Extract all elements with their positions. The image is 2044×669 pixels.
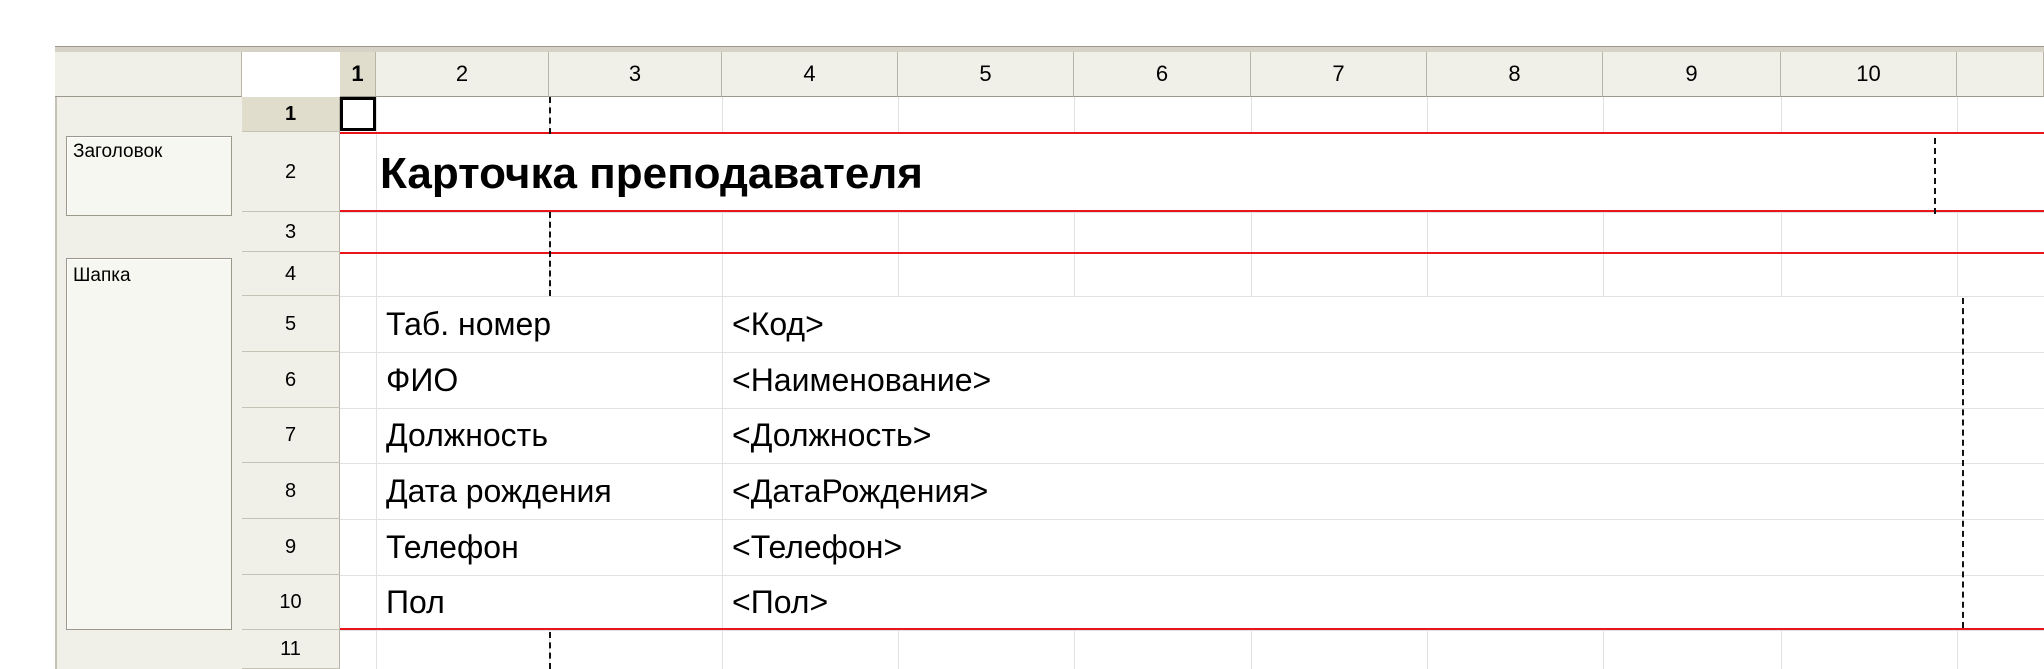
- row-header-6[interactable]: 6: [242, 352, 340, 408]
- row-group-zagolovok[interactable]: Заголовок: [66, 136, 232, 216]
- field-value-parameter: <Пол>: [732, 584, 829, 620]
- field-label-cell: Телефон: [386, 529, 519, 565]
- column-header-8[interactable]: 8: [1427, 52, 1603, 97]
- row-header-2[interactable]: 2: [242, 132, 340, 212]
- column-header-2[interactable]: 2: [376, 52, 549, 97]
- section-boundary-bottom-zagolovok: [340, 210, 2044, 212]
- row-header-4[interactable]: 4: [242, 252, 340, 296]
- column-header-10[interactable]: 10: [1781, 52, 1957, 97]
- dashed-border-col3-mid: [549, 212, 551, 296]
- section-boundary-bottom-shapka: [340, 628, 2044, 630]
- merged-cell-value[interactable]: [723, 576, 2044, 630]
- column-header-9[interactable]: 9: [1603, 52, 1781, 97]
- row-header-11[interactable]: 11: [242, 630, 340, 669]
- field-value-parameter: <Код>: [732, 306, 824, 342]
- section-boundary-top-zagolovok: [340, 132, 2044, 134]
- field-label-cell: Дата рождения: [386, 473, 612, 509]
- dashed-border-col3-top: [549, 97, 551, 134]
- column-header-3[interactable]: 3: [549, 52, 722, 97]
- selected-cell-r1c1[interactable]: [340, 97, 376, 131]
- spreadsheet-template-editor: Заголовок Шапка 1 2 3 4 5 6 7 8 9 10 1 2 3 4 5 6 7 8 9 10 1…: [0, 0, 2044, 669]
- grid-line-horizontal: [340, 630, 2044, 631]
- row-header-3[interactable]: 3: [242, 212, 340, 252]
- row-group-label: Заголовок: [73, 141, 163, 162]
- column-header-1[interactable]: 1: [340, 52, 376, 97]
- column-header-7[interactable]: 7: [1251, 52, 1427, 97]
- field-value-parameter: <Телефон>: [732, 529, 903, 565]
- report-title[interactable]: Карточка преподавателя: [380, 138, 923, 210]
- row-header-5[interactable]: 5: [242, 296, 340, 352]
- column-header-6[interactable]: 6: [1074, 52, 1251, 97]
- column-header-4[interactable]: 4: [722, 52, 898, 97]
- row-header-8[interactable]: 8: [242, 463, 340, 519]
- field-label-cell: Пол: [386, 584, 445, 620]
- field-label-cell: ФИО: [386, 362, 459, 398]
- field-value-parameter: <Должность>: [732, 417, 932, 453]
- field-label-cell: Должность: [386, 417, 548, 453]
- column-header-5[interactable]: 5: [898, 52, 1074, 97]
- sheet-left-border: [55, 52, 57, 669]
- row-header-7[interactable]: 7: [242, 408, 340, 463]
- header-corner[interactable]: [55, 52, 242, 97]
- field-label-cell: Таб. номер: [386, 306, 552, 342]
- row-header-10[interactable]: 10: [242, 575, 340, 630]
- column-header-next[interactable]: [1957, 52, 2044, 97]
- merged-cell-value[interactable]: [723, 297, 2044, 352]
- row-group-shapka[interactable]: Шапка: [66, 258, 232, 630]
- grid-line-horizontal: [340, 212, 2044, 213]
- field-value-parameter: <Наименование>: [732, 362, 992, 398]
- merged-cell-value[interactable]: [723, 520, 2044, 575]
- dashed-border-title-right: [1934, 138, 1936, 214]
- row-group-label: Шапка: [73, 265, 131, 286]
- section-boundary-top-shapka: [340, 252, 2044, 254]
- field-value-parameter: <ДатаРождения>: [732, 473, 989, 509]
- dashed-border-fields-right: [1962, 298, 1964, 628]
- dashed-border-col3-bottom: [549, 632, 551, 669]
- row-header-1[interactable]: 1: [242, 97, 340, 132]
- row-header-9[interactable]: 9: [242, 519, 340, 575]
